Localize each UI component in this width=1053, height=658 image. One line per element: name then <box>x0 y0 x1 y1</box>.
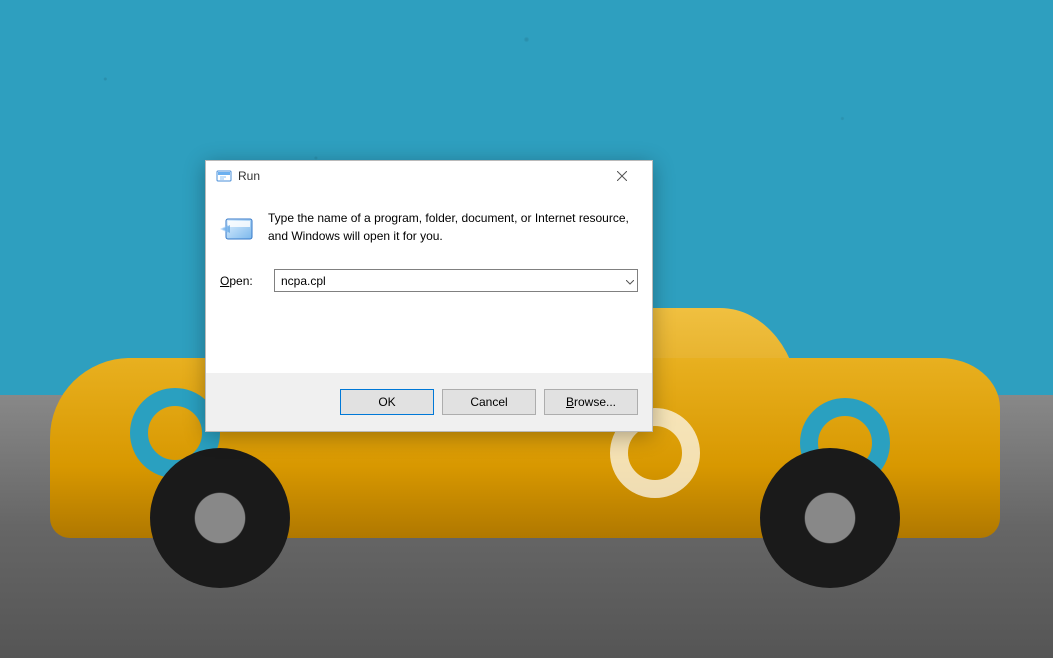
open-input-row: Open: <box>220 269 638 292</box>
open-combobox[interactable] <box>274 269 638 292</box>
ok-button[interactable]: OK <box>340 389 434 415</box>
dialog-content: Type the name of a program, folder, docu… <box>206 191 652 306</box>
open-input[interactable] <box>274 269 638 292</box>
info-row: Type the name of a program, folder, docu… <box>220 209 638 247</box>
cancel-button[interactable]: Cancel <box>442 389 536 415</box>
button-bar: OK Cancel Browse... <box>206 373 652 431</box>
run-titlebar-icon <box>216 168 232 184</box>
close-button[interactable] <box>599 162 644 191</box>
run-program-icon <box>220 211 256 247</box>
run-dialog: Run <box>205 160 653 432</box>
titlebar-title: Run <box>238 169 260 183</box>
browse-button[interactable]: Browse... <box>544 389 638 415</box>
titlebar[interactable]: Run <box>206 161 652 191</box>
close-icon <box>617 171 627 181</box>
open-label: Open: <box>220 274 264 288</box>
dialog-description: Type the name of a program, folder, docu… <box>268 209 638 247</box>
